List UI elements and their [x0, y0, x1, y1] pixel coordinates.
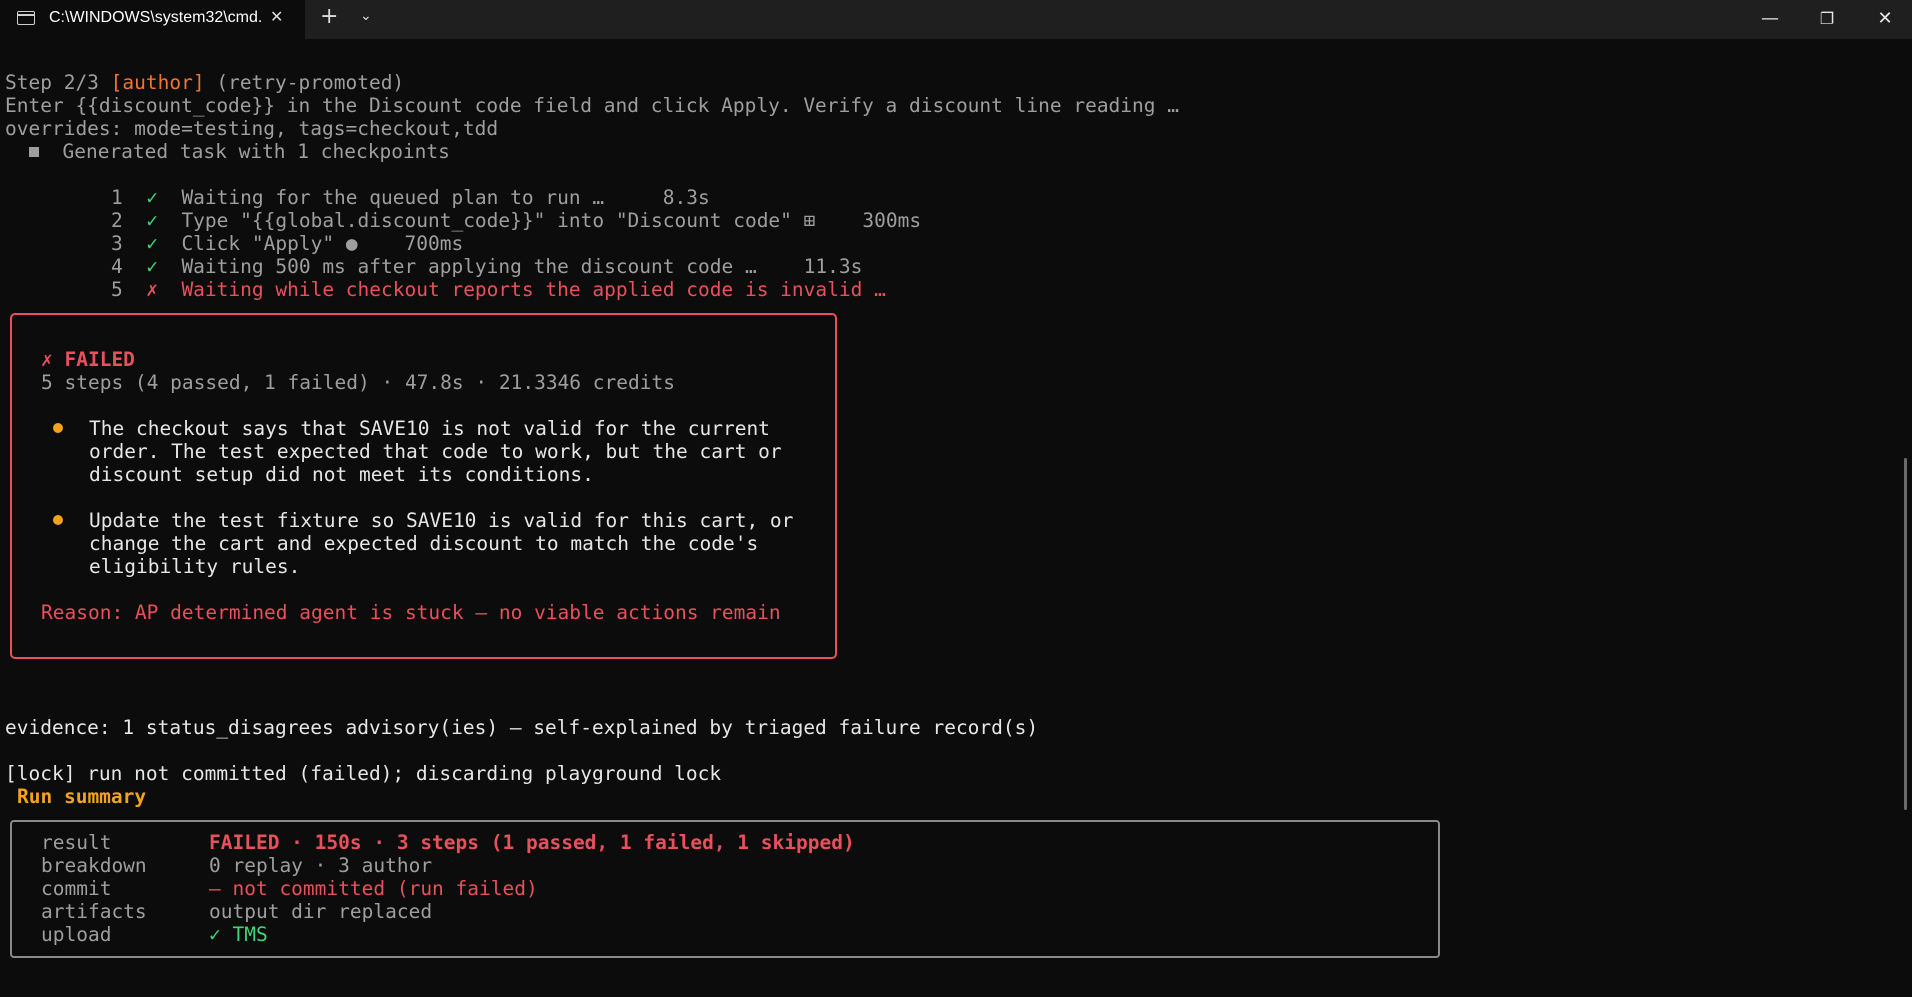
evidence-line: evidence: 1 status_disagrees advisory(ie… [5, 716, 1039, 739]
failure-bullet-line: change the cart and expected discount to… [89, 532, 759, 555]
summary-key: result [41, 831, 112, 854]
failure-bullet-line: The checkout says that SAVE10 is not val… [89, 417, 770, 440]
instruction-line: Enter {{discount_code}} in the Discount … [5, 94, 1179, 117]
summary-value-artifacts: output dir replaced [209, 900, 433, 923]
summary-value-commit: — not committed (run failed) [209, 877, 538, 900]
terminal-tab[interactable]: C:\WINDOWS\system32\cmd. ✕ [0, 0, 305, 39]
square-bullet-icon [29, 147, 39, 157]
step-line: Step 2/3 [author] (retry-promoted) [5, 71, 404, 94]
summary-value-upload: ✓ TMS [209, 923, 268, 946]
step-prefix: Step 2/3 [5, 71, 111, 94]
bullet-icon [53, 423, 63, 433]
checkpoint-text: Waiting while checkout reports the appli… [181, 278, 886, 301]
cross-icon: ✗ [146, 278, 158, 301]
restore-button[interactable]: ❐ [1799, 2, 1855, 36]
minimize-button[interactable]: — [1742, 2, 1798, 36]
chevron-down-icon[interactable]: ⌄ [360, 8, 372, 24]
failure-bullet-line: order. The test expected that code to wo… [89, 440, 782, 463]
failed-title: ✗ FAILED [41, 348, 135, 371]
failure-bullet-line: Update the test fixture so SAVE10 is val… [89, 509, 794, 532]
title-bar: C:\WINDOWS\system32\cmd. ✕ + ⌄ — ❐ ✕ [0, 0, 1912, 39]
summary-key: artifacts [41, 900, 147, 923]
overrides-line: overrides: mode=testing, tags=checkout,t… [5, 117, 499, 140]
run-summary-heading: Run summary [17, 785, 147, 808]
step-status: (retry-promoted) [204, 71, 405, 94]
summary-key: upload [41, 923, 112, 946]
close-window-button[interactable]: ✕ [1857, 2, 1912, 36]
failure-summary: 5 steps (4 passed, 1 failed) · 47.8s · 2… [41, 371, 675, 394]
summary-key: breakdown [41, 854, 147, 877]
summary-value-result: FAILED · 150s · 3 steps (1 passed, 1 fai… [209, 831, 855, 854]
failure-reason: Reason: AP determined agent is stuck — n… [41, 601, 781, 624]
terminal-icon [17, 11, 35, 25]
checkpoint-time: 300ms [862, 209, 922, 232]
role-tag: [author] [110, 71, 205, 94]
close-tab-icon[interactable]: ✕ [270, 7, 283, 26]
vertical-scrollbar[interactable] [1904, 458, 1907, 810]
summary-value-breakdown: 0 replay · 3 author [209, 854, 433, 877]
failure-bullet-line: discount setup did not meet its conditio… [89, 463, 594, 486]
lock-line: [lock] run not committed (failed); disca… [5, 762, 722, 785]
checkpoint-number: 5 [110, 278, 123, 301]
generated-text: Generated task with 1 checkpoints [62, 140, 450, 163]
tab-title: C:\WINDOWS\system32\cmd. [49, 9, 263, 26]
generated-line: Generated task with 1 checkpoints [29, 140, 450, 163]
type-action-icon: ⊞ [803, 209, 816, 232]
summary-key: commit [41, 877, 112, 900]
new-tab-button[interactable]: + [320, 4, 338, 29]
failure-bullet-line: eligibility rules. [89, 555, 301, 578]
bullet-icon [53, 515, 63, 525]
